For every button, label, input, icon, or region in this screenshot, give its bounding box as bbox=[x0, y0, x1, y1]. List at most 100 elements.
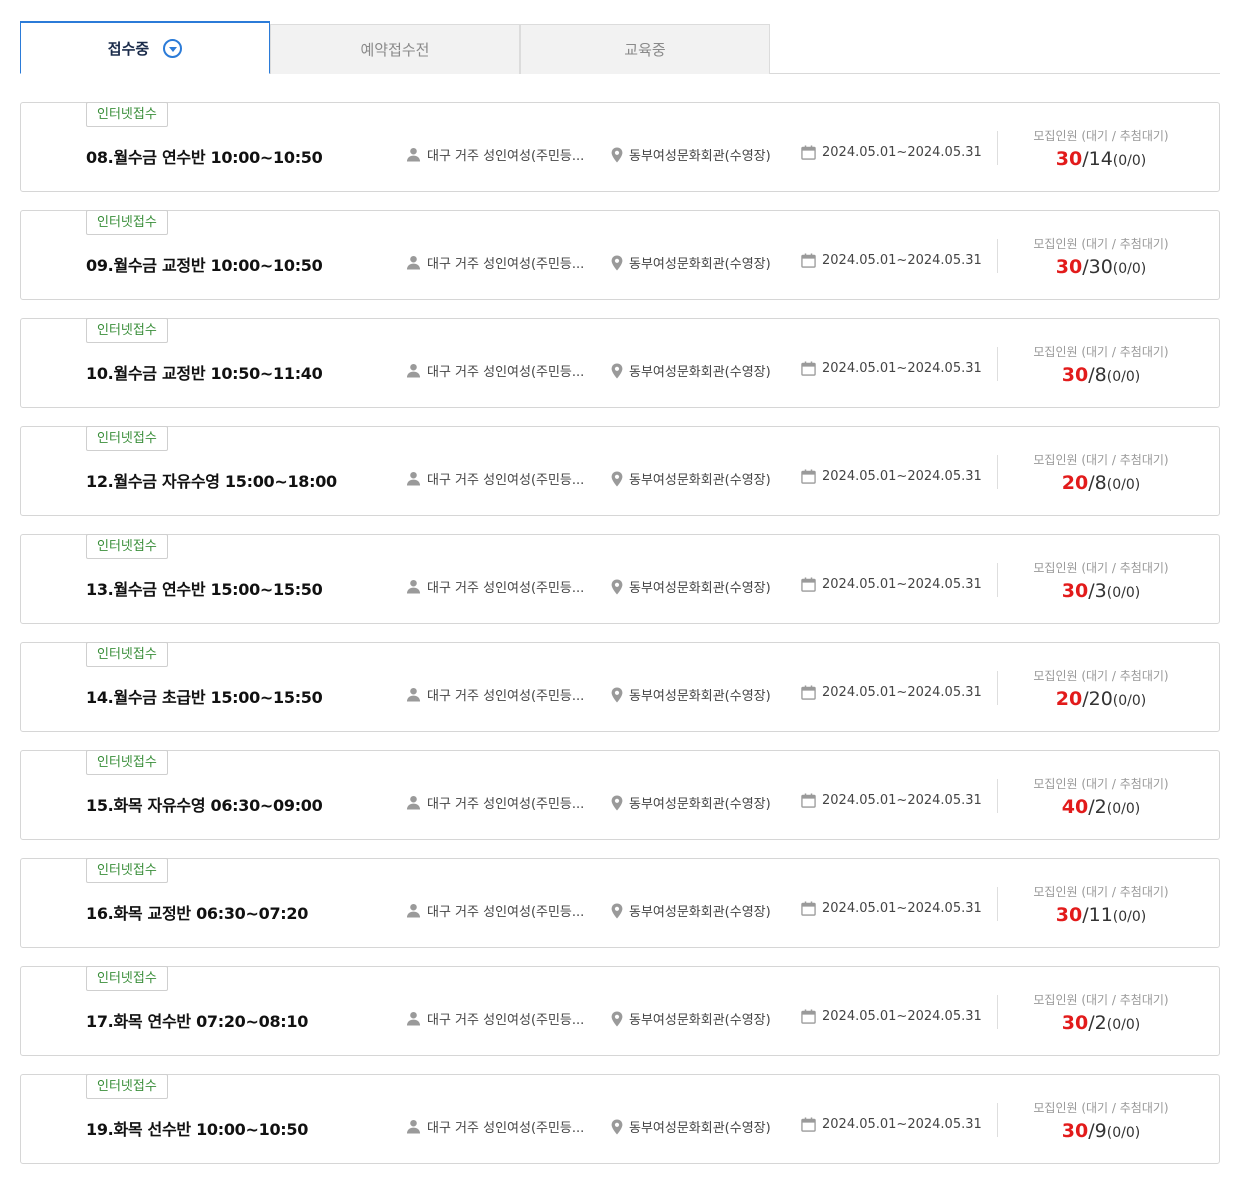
capacity-applied: /3 bbox=[1088, 580, 1107, 602]
capacity-applied: /8 bbox=[1088, 364, 1107, 386]
reception-type-badge: 인터넷접수 bbox=[86, 1074, 168, 1099]
tab-before-reservation[interactable]: 예약접수전 bbox=[270, 24, 520, 74]
course-title[interactable]: 10.월수금 교정반 10:50~11:40 bbox=[86, 360, 323, 384]
capacity-total: 30 bbox=[1061, 364, 1089, 386]
course-target: 대구 거주 성인여성(주민등... bbox=[406, 361, 586, 380]
capacity-total: 20 bbox=[1061, 472, 1089, 494]
course-title[interactable]: 15.화목 자유수영 06:30~09:00 bbox=[86, 792, 323, 816]
course-place-text: 동부여성문화회관(수영장) bbox=[629, 365, 771, 380]
calendar-icon bbox=[801, 685, 816, 700]
course-place: 동부여성문화회관(수영장) bbox=[611, 1117, 771, 1136]
divider bbox=[997, 779, 998, 813]
person-icon bbox=[406, 471, 421, 486]
course-card[interactable]: 인터넷접수 09.월수금 교정반 10:00~10:50 대구 거주 성인여성(… bbox=[20, 210, 1220, 300]
course-place: 동부여성문화회관(수영장) bbox=[611, 145, 771, 164]
divider bbox=[997, 131, 998, 165]
capacity-applied: /2 bbox=[1088, 796, 1107, 818]
course-card[interactable]: 인터넷접수 12.월수금 자유수영 15:00~18:00 대구 거주 성인여성… bbox=[20, 426, 1220, 516]
capacity-total: 30 bbox=[1061, 1120, 1089, 1142]
course-period: 2024.05.01~2024.05.31 bbox=[801, 253, 982, 268]
capacity-value: 20/8(0/0) bbox=[1001, 472, 1201, 494]
course-title[interactable]: 19.화목 선수반 10:00~10:50 bbox=[86, 1116, 308, 1140]
capacity-waiting: (0/0) bbox=[1106, 1017, 1141, 1033]
capacity-applied: /20 bbox=[1082, 688, 1113, 710]
person-icon bbox=[406, 795, 421, 810]
capacity-waiting: (0/0) bbox=[1106, 1125, 1141, 1141]
tab-receiving[interactable]: 접수중 bbox=[20, 21, 270, 74]
person-icon bbox=[406, 147, 421, 162]
course-period-text: 2024.05.01~2024.05.31 bbox=[822, 901, 982, 916]
course-card[interactable]: 인터넷접수 10.월수금 교정반 10:50~11:40 대구 거주 성인여성(… bbox=[20, 318, 1220, 408]
course-title[interactable]: 08.월수금 연수반 10:00~10:50 bbox=[86, 144, 323, 168]
course-place: 동부여성문화회관(수영장) bbox=[611, 469, 771, 488]
course-target-text: 대구 거주 성인여성(주민등... bbox=[427, 1121, 585, 1136]
course-period: 2024.05.01~2024.05.31 bbox=[801, 793, 982, 808]
calendar-icon bbox=[801, 361, 816, 376]
calendar-icon bbox=[801, 145, 816, 160]
course-card[interactable]: 인터넷접수 17.화목 연수반 07:20~08:10 대구 거주 성인여성(주… bbox=[20, 966, 1220, 1056]
course-place: 동부여성문화회관(수영장) bbox=[611, 1009, 771, 1028]
course-card[interactable]: 인터넷접수 19.화목 선수반 10:00~10:50 대구 거주 성인여성(주… bbox=[20, 1074, 1220, 1164]
course-title[interactable]: 09.월수금 교정반 10:00~10:50 bbox=[86, 252, 323, 276]
course-target-text: 대구 거주 성인여성(주민등... bbox=[427, 257, 585, 272]
course-place-text: 동부여성문화회관(수영장) bbox=[629, 149, 771, 164]
course-card[interactable]: 인터넷접수 15.화목 자유수영 06:30~09:00 대구 거주 성인여성(… bbox=[20, 750, 1220, 840]
course-target: 대구 거주 성인여성(주민등... bbox=[406, 793, 586, 812]
course-card[interactable]: 인터넷접수 14.월수금 초급반 15:00~15:50 대구 거주 성인여성(… bbox=[20, 642, 1220, 732]
reception-type-badge: 인터넷접수 bbox=[86, 858, 168, 883]
chevron-down-circle-icon[interactable] bbox=[163, 38, 183, 58]
capacity-label: 모집인원 (대기 / 추첨대기) bbox=[1033, 669, 1169, 683]
capacity-waiting: (0/0) bbox=[1112, 909, 1147, 925]
course-title[interactable]: 16.화목 교정반 06:30~07:20 bbox=[86, 900, 308, 924]
capacity-total: 30 bbox=[1055, 904, 1083, 926]
course-title[interactable]: 17.화목 연수반 07:20~08:10 bbox=[86, 1008, 308, 1032]
location-pin-icon bbox=[611, 687, 623, 702]
capacity-total: 40 bbox=[1061, 796, 1089, 818]
course-card[interactable]: 인터넷접수 13.월수금 연수반 15:00~15:50 대구 거주 성인여성(… bbox=[20, 534, 1220, 624]
location-pin-icon bbox=[611, 147, 623, 162]
course-title[interactable]: 13.월수금 연수반 15:00~15:50 bbox=[86, 576, 323, 600]
capacity-value: 30/2(0/0) bbox=[1001, 1012, 1201, 1034]
course-place-text: 동부여성문화회관(수영장) bbox=[629, 1013, 771, 1028]
reception-type-badge: 인터넷접수 bbox=[86, 318, 168, 343]
person-icon bbox=[406, 1119, 421, 1134]
capacity-applied: /30 bbox=[1082, 256, 1113, 278]
course-period: 2024.05.01~2024.05.31 bbox=[801, 1009, 982, 1024]
capacity-value: 30/3(0/0) bbox=[1001, 580, 1201, 602]
course-target-text: 대구 거주 성인여성(주민등... bbox=[427, 149, 585, 164]
course-list: 인터넷접수 08.월수금 연수반 10:00~10:50 대구 거주 성인여성(… bbox=[20, 102, 1220, 1181]
calendar-icon bbox=[801, 1009, 816, 1024]
course-place: 동부여성문화회관(수영장) bbox=[611, 685, 771, 704]
capacity-waiting: (0/0) bbox=[1106, 585, 1141, 601]
course-period: 2024.05.01~2024.05.31 bbox=[801, 1117, 982, 1132]
capacity-waiting: (0/0) bbox=[1112, 261, 1147, 277]
person-icon bbox=[406, 687, 421, 702]
course-target: 대구 거주 성인여성(주민등... bbox=[406, 685, 586, 704]
course-period: 2024.05.01~2024.05.31 bbox=[801, 685, 982, 700]
course-place: 동부여성문화회관(수영장) bbox=[611, 361, 771, 380]
reception-type-badge: 인터넷접수 bbox=[86, 210, 168, 235]
capacity-waiting: (0/0) bbox=[1106, 369, 1141, 385]
person-icon bbox=[406, 363, 421, 378]
location-pin-icon bbox=[611, 363, 623, 378]
course-card[interactable]: 인터넷접수 08.월수금 연수반 10:00~10:50 대구 거주 성인여성(… bbox=[20, 102, 1220, 192]
course-place-text: 동부여성문화회관(수영장) bbox=[629, 257, 771, 272]
capacity-label: 모집인원 (대기 / 추첨대기) bbox=[1033, 1101, 1169, 1115]
location-pin-icon bbox=[611, 1119, 623, 1134]
capacity-applied: /11 bbox=[1082, 904, 1113, 926]
course-period-text: 2024.05.01~2024.05.31 bbox=[822, 361, 982, 376]
capacity-total: 30 bbox=[1055, 256, 1083, 278]
course-target-text: 대구 거주 성인여성(주민등... bbox=[427, 581, 585, 596]
tab-in-education[interactable]: 교육중 bbox=[520, 24, 770, 74]
course-title[interactable]: 12.월수금 자유수영 15:00~18:00 bbox=[86, 468, 337, 492]
course-target: 대구 거주 성인여성(주민등... bbox=[406, 1117, 586, 1136]
capacity-applied: /14 bbox=[1082, 148, 1113, 170]
course-target-text: 대구 거주 성인여성(주민등... bbox=[427, 473, 585, 488]
course-place-text: 동부여성문화회관(수영장) bbox=[629, 473, 771, 488]
capacity-value: 30/30(0/0) bbox=[1001, 256, 1201, 278]
course-title[interactable]: 14.월수금 초급반 15:00~15:50 bbox=[86, 684, 323, 708]
capacity-waiting: (0/0) bbox=[1106, 477, 1141, 493]
course-period-text: 2024.05.01~2024.05.31 bbox=[822, 469, 982, 484]
capacity-value: 40/2(0/0) bbox=[1001, 796, 1201, 818]
course-card[interactable]: 인터넷접수 16.화목 교정반 06:30~07:20 대구 거주 성인여성(주… bbox=[20, 858, 1220, 948]
